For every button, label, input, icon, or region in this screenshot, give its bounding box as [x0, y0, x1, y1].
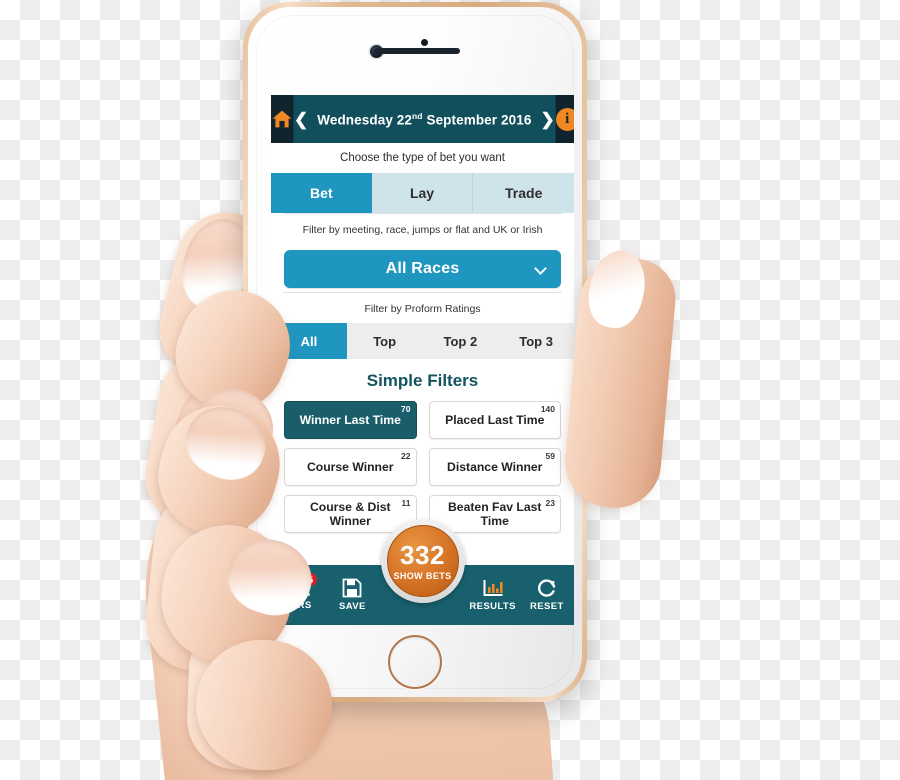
reset-label: RESET: [530, 601, 564, 612]
bet-type-tabs: Bet Lay Trade: [271, 173, 574, 213]
tab-proform-top[interactable]: Top: [346, 323, 423, 359]
tab-lay[interactable]: Lay: [371, 173, 473, 213]
all-races-label: All Races: [385, 260, 460, 277]
filters-button[interactable]: 5 TERS: [271, 572, 325, 611]
filter-count: 140: [540, 404, 555, 414]
app-header: ❮ Wednesday 22nd September 2016 ❯ i: [271, 95, 574, 143]
date-navigator: ❮ Wednesday 22nd September 2016 ❯: [293, 95, 556, 143]
smartphone-device: ❮ Wednesday 22nd September 2016 ❯ i Choo…: [243, 2, 587, 702]
filter-label: Distance Winner: [447, 460, 543, 474]
filter-winner-last-time[interactable]: Winner Last Time 70: [284, 401, 417, 439]
filter-count: 11: [401, 498, 411, 508]
filter-count: 23: [545, 498, 555, 508]
filter-label: Placed Last Time: [445, 413, 545, 427]
filter-placed-last-time[interactable]: Placed Last Time 140: [428, 401, 561, 439]
home-button-hardware[interactable]: [388, 635, 442, 689]
home-icon: [272, 110, 292, 128]
earpiece-speaker-icon: [374, 48, 460, 54]
tab-proform-top2[interactable]: Top 2: [422, 323, 499, 359]
bet-type-hint: Choose the type of bet you want: [271, 143, 574, 173]
race-filter-hint: Filter by meeting, race, jumps or flat a…: [283, 213, 562, 244]
tab-proform-all[interactable]: All: [271, 323, 347, 359]
info-icon: i: [555, 107, 574, 131]
filters-badge: 5: [303, 572, 319, 587]
refresh-icon: [537, 579, 556, 597]
proform-tabs: All Top Top 2 Top 3: [271, 323, 574, 359]
reset-button[interactable]: RESET: [520, 578, 574, 612]
save-label: SAVE: [338, 601, 366, 612]
floppy-disk-icon: [342, 578, 362, 598]
tab-proform-top3[interactable]: Top 3: [498, 323, 574, 359]
show-bets-inner: 332 SHOW BETS: [386, 525, 459, 597]
sliders-icon: 5: [286, 572, 319, 598]
previous-day-button[interactable]: ❮: [294, 111, 308, 128]
save-button[interactable]: SAVE: [325, 578, 379, 612]
next-day-button[interactable]: ❯: [540, 111, 554, 128]
show-bets-button[interactable]: 332 SHOW BETS: [380, 519, 465, 603]
current-date: Wednesday 22nd September 2016: [317, 110, 532, 128]
results-button[interactable]: RESULTS: [466, 578, 520, 612]
results-label: RESULTS: [469, 601, 516, 612]
proximity-sensor-icon: [421, 39, 428, 46]
tab-trade[interactable]: Trade: [472, 173, 574, 213]
home-button[interactable]: [271, 95, 293, 143]
phone-screen: ❮ Wednesday 22nd September 2016 ❯ i Choo…: [271, 95, 574, 625]
filter-label: Winner Last Time: [299, 413, 401, 427]
filter-label: Course & Dist Winner: [309, 500, 391, 528]
filter-count: 59: [545, 451, 555, 461]
show-bets-label: SHOW BETS: [393, 570, 452, 581]
show-bets-count: 332: [400, 539, 445, 570]
info-button[interactable]: i: [555, 95, 574, 143]
filter-label: Course Winner: [306, 460, 394, 474]
thumbnail: [582, 245, 652, 333]
filter-label: Beaten Fav Last Time: [448, 500, 542, 528]
tab-bet[interactable]: Bet: [271, 173, 372, 213]
filter-course-winner[interactable]: Course Winner 22: [284, 448, 417, 486]
all-races-dropdown[interactable]: All Races: [284, 250, 561, 288]
filter-count: 22: [401, 451, 411, 461]
bar-chart-icon: [483, 580, 503, 596]
filters-label: TERS: [284, 600, 312, 611]
phone-body: ❮ Wednesday 22nd September 2016 ❯ i Choo…: [248, 7, 582, 697]
race-filter-section: All Races: [271, 250, 574, 288]
proform-hint: Filter by Proform Ratings: [283, 292, 562, 323]
simple-filters-title: Simple Filters: [271, 359, 574, 401]
chevron-down-icon: [534, 262, 547, 275]
filter-count: 70: [401, 404, 411, 414]
filter-distance-winner[interactable]: Distance Winner 59: [428, 448, 561, 486]
